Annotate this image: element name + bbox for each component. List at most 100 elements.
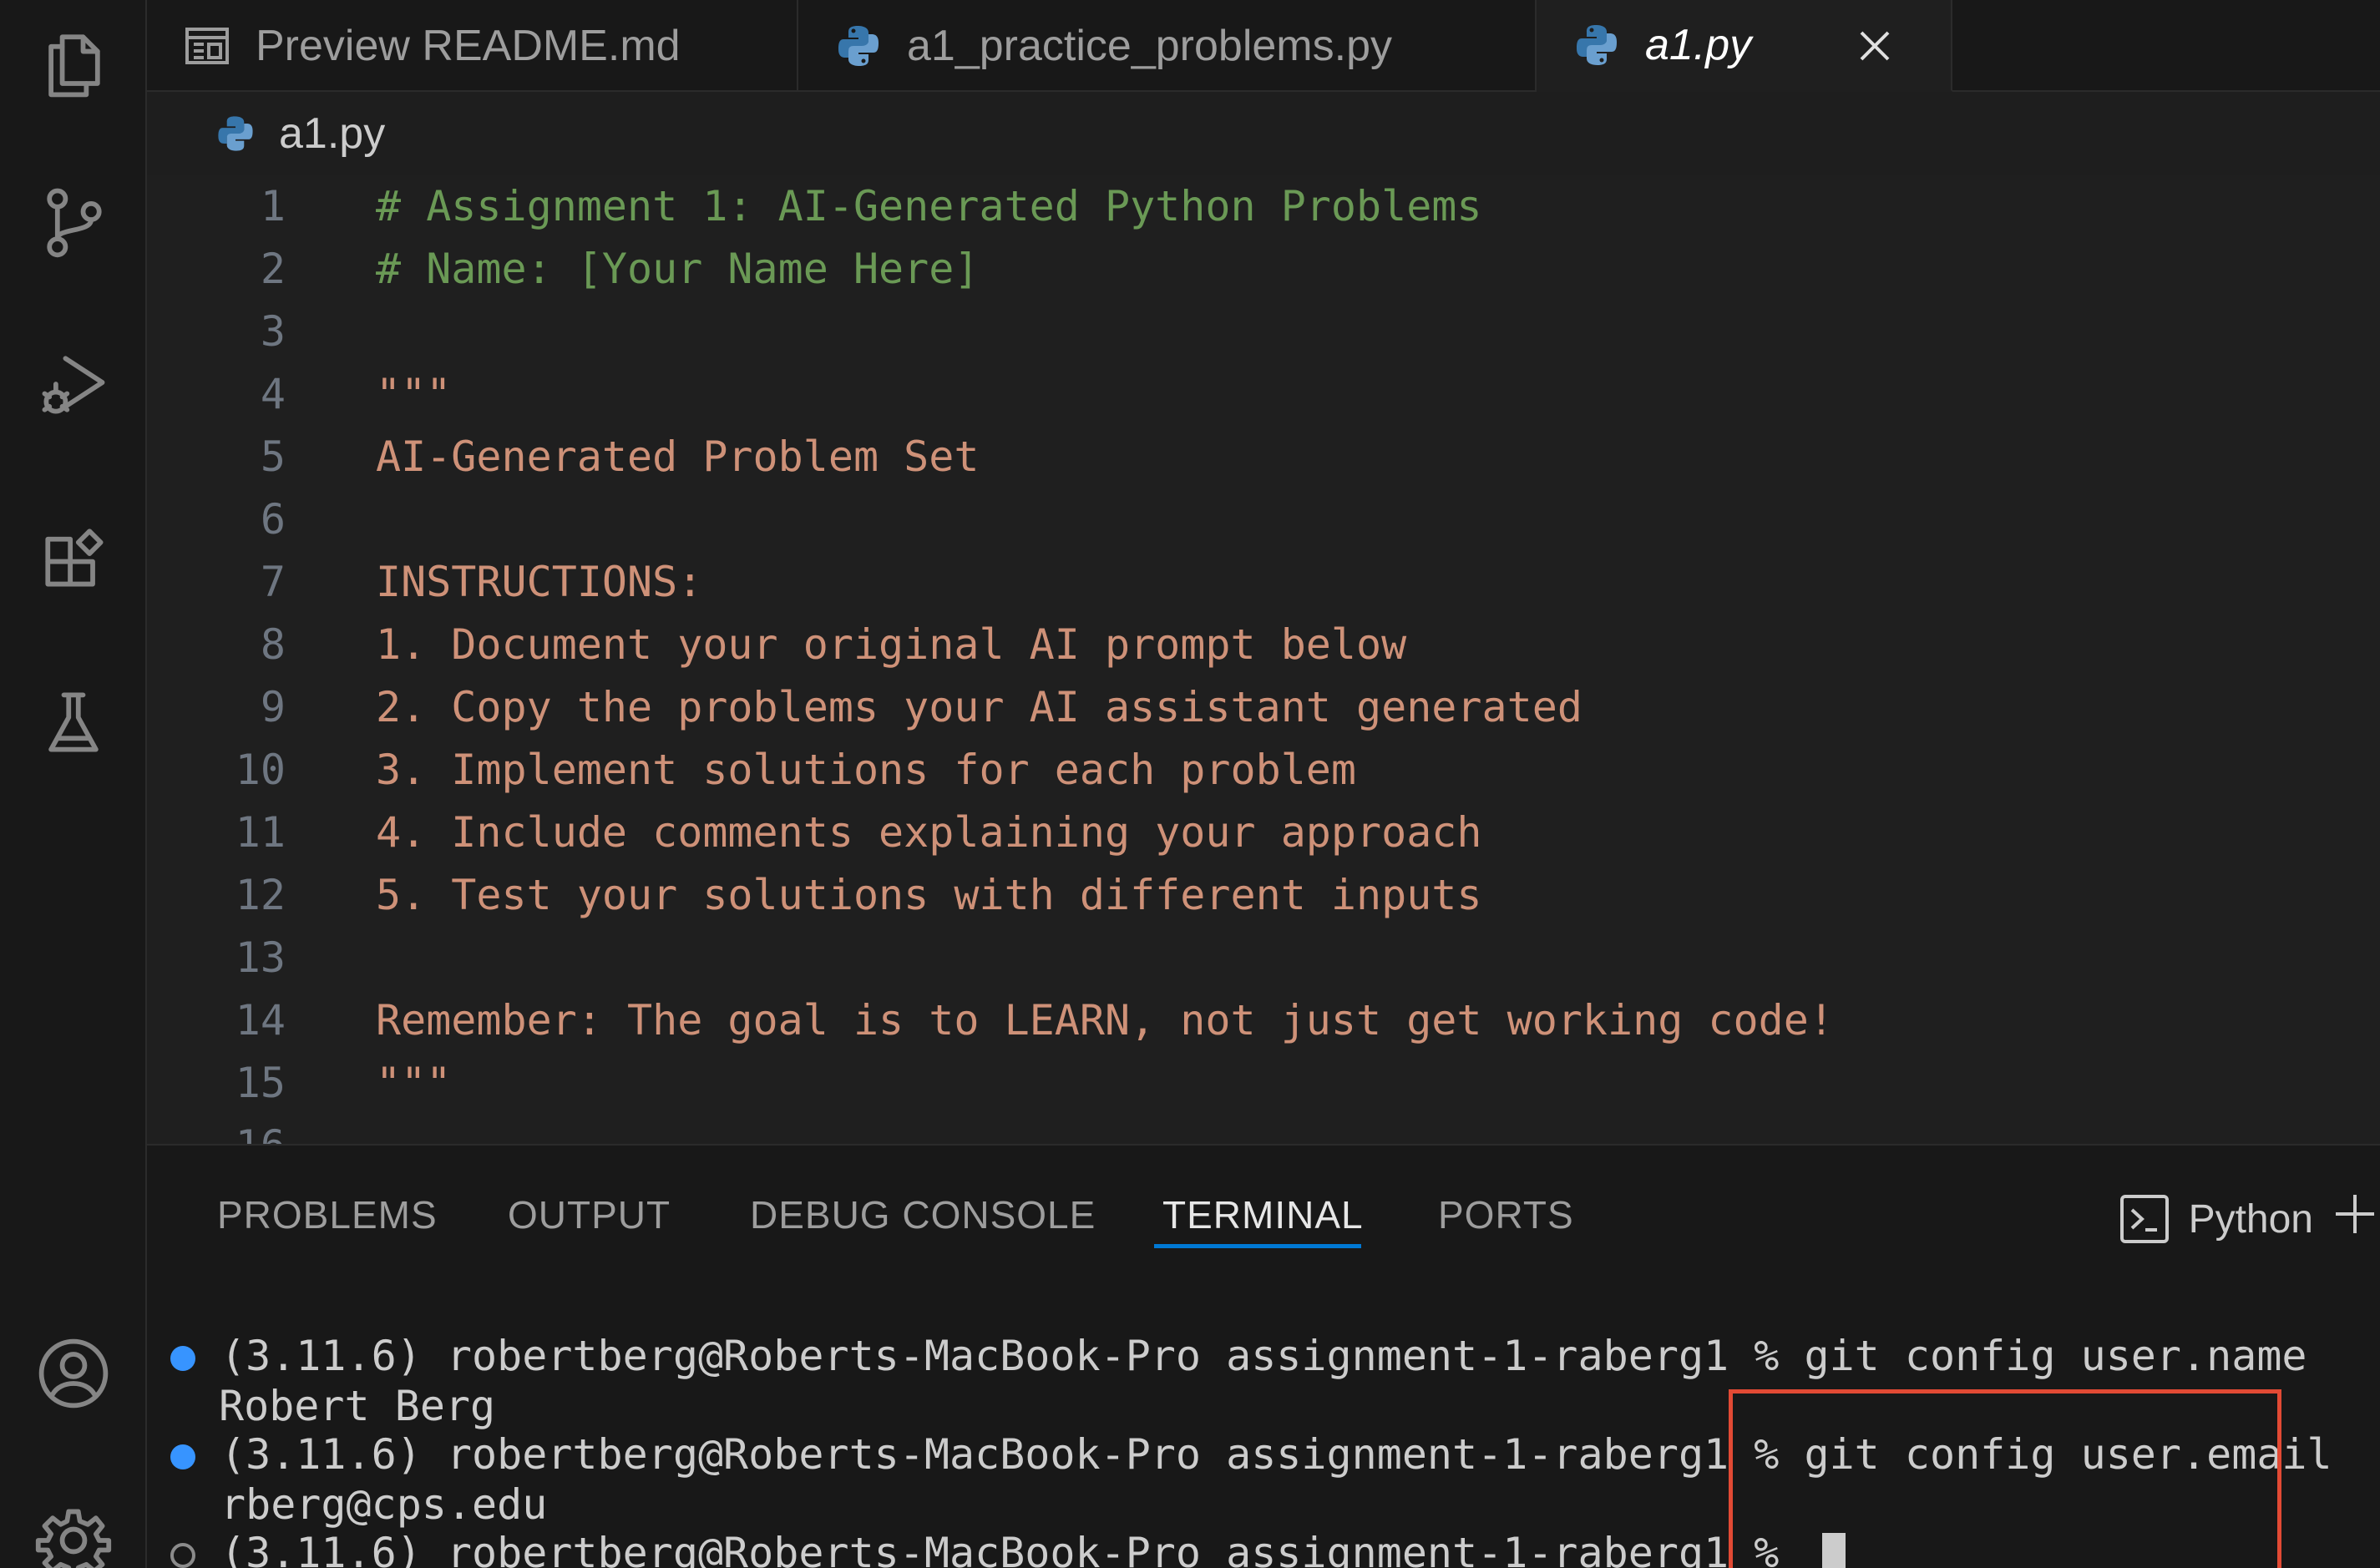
code-line: 12 5. Test your solutions with different … bbox=[147, 864, 2380, 927]
line-number: 2 bbox=[260, 245, 286, 293]
python-icon bbox=[218, 116, 253, 151]
explorer-button[interactable] bbox=[0, 0, 147, 125]
terminal-output[interactable]: (3.11.6) robertberg@Roberts-MacBook-Pro … bbox=[147, 1271, 2380, 1568]
terminal-prompt: (3.11.6) robertberg@Roberts-MacBook-Pro … bbox=[220, 1529, 1805, 1568]
code-text: """ bbox=[376, 370, 452, 418]
code-text: # Name: [Your Name Here] bbox=[376, 245, 980, 293]
tab-label: Preview README.md bbox=[256, 22, 681, 70]
line-number: 11 bbox=[235, 808, 286, 857]
terminal-selector[interactable]: Python bbox=[2119, 1186, 2313, 1252]
extensions-button[interactable] bbox=[0, 493, 147, 618]
terminal-line: (3.11.6) robertberg@Roberts-MacBook-Pro … bbox=[220, 1331, 2307, 1381]
python-icon bbox=[838, 26, 879, 66]
line-number: 16 bbox=[147, 1115, 286, 1144]
tab-a1-py[interactable]: a1.py bbox=[1537, 0, 1952, 92]
tab-ports[interactable]: PORTS bbox=[1438, 1186, 1574, 1244]
line-number: 14 bbox=[235, 996, 286, 1044]
code-text: # Assignment 1: AI-Generated Python Prob… bbox=[376, 182, 1482, 230]
code-editor[interactable]: 1 # Assignment 1: AI-Generated Python Pro… bbox=[147, 175, 2380, 1144]
terminal-output-line: Robert Berg bbox=[219, 1382, 496, 1430]
source-control-icon bbox=[47, 188, 102, 258]
beaker-icon bbox=[48, 692, 99, 752]
extensions-icon bbox=[45, 529, 104, 587]
files-icon bbox=[48, 34, 100, 98]
code-text: AI-Generated Problem Set bbox=[376, 432, 980, 481]
bottom-panel: PROBLEMS OUTPUT DEBUG CONSOLE TERMINAL P… bbox=[147, 1144, 2380, 1568]
editor-tabs: Preview README.md a1_practice_problems.p… bbox=[147, 0, 2380, 92]
code-text: Remember: The goal is to LEARN, not just… bbox=[376, 996, 1834, 1044]
run-debug-icon bbox=[42, 356, 105, 414]
account-icon bbox=[38, 1338, 109, 1409]
code-text: INSTRUCTIONS: bbox=[376, 558, 703, 606]
tab-debug-console[interactable]: DEBUG CONSOLE bbox=[750, 1186, 1096, 1244]
close-icon bbox=[1860, 31, 1890, 61]
command-success-dot bbox=[170, 1444, 195, 1469]
tab-label: a1.py bbox=[1645, 21, 1752, 69]
line-number: 15 bbox=[235, 1059, 286, 1107]
code-line: 4 """ bbox=[147, 363, 2380, 426]
code-line: 9 2. Copy the problems your AI assistant … bbox=[147, 676, 2380, 739]
line-number: 13 bbox=[235, 933, 286, 982]
tab-terminal[interactable]: TERMINAL bbox=[1162, 1186, 1364, 1244]
code-text: 3. Implement solutions for each problem bbox=[376, 746, 1356, 794]
code-line: 1 # Assignment 1: AI-Generated Python Pro… bbox=[147, 175, 2380, 238]
code-line: 15 """ bbox=[147, 1052, 2380, 1115]
line-number: 4 bbox=[260, 370, 286, 418]
code-line: 16 bbox=[147, 1115, 2380, 1144]
vscode-window: Preview README.md a1_practice_problems.p… bbox=[0, 0, 2380, 1568]
line-number: 1 bbox=[260, 182, 286, 230]
code-line: 13 bbox=[147, 927, 2380, 989]
annotation-highlight-box bbox=[1729, 1389, 2281, 1568]
code-line: 6 bbox=[147, 488, 2380, 551]
tab-label: a1_practice_problems.py bbox=[907, 22, 1392, 70]
plus-icon bbox=[2336, 1195, 2374, 1233]
terminal-command: git config user.name bbox=[1804, 1332, 2307, 1380]
line-number: 5 bbox=[260, 432, 286, 481]
run-debug-button[interactable] bbox=[0, 321, 147, 447]
line-number: 7 bbox=[260, 558, 286, 606]
command-pending-dot bbox=[170, 1543, 195, 1568]
close-tab-button[interactable] bbox=[1846, 17, 1904, 75]
tab-problems[interactable]: PROBLEMS bbox=[217, 1186, 438, 1244]
line-number: 8 bbox=[260, 620, 286, 669]
code-line: 3 bbox=[147, 301, 2380, 363]
activity-bar bbox=[0, 0, 147, 1568]
manage-button[interactable] bbox=[0, 1478, 147, 1568]
accounts-button[interactable] bbox=[0, 1311, 147, 1436]
tab-preview-readme[interactable]: Preview README.md bbox=[147, 0, 798, 92]
code-text: 1. Document your original AI prompt belo… bbox=[376, 620, 1407, 669]
code-line: 2 # Name: [Your Name Here] bbox=[147, 238, 2380, 301]
preview-icon bbox=[185, 28, 229, 64]
line-number: 9 bbox=[260, 683, 286, 731]
python-icon bbox=[1577, 25, 1617, 65]
code-line: 14 Remember: The goal is to LEARN, not ju… bbox=[147, 989, 2380, 1052]
tab-a1-practice-problems[interactable]: a1_practice_problems.py bbox=[798, 0, 1537, 92]
testing-button[interactable] bbox=[0, 660, 147, 785]
command-success-dot bbox=[170, 1346, 195, 1371]
source-control-button[interactable] bbox=[0, 159, 147, 284]
active-tab-indicator bbox=[1154, 1244, 1361, 1248]
terminal-line: (3.11.6) robertberg@Roberts-MacBook-Pro … bbox=[220, 1528, 1846, 1568]
terminal-kind-label: Python bbox=[2188, 1196, 2313, 1242]
line-number: 10 bbox=[235, 746, 286, 794]
breadcrumb-file: a1.py bbox=[279, 109, 386, 158]
code-text: 5. Test your solutions with different in… bbox=[376, 871, 1482, 919]
new-terminal-button[interactable] bbox=[2330, 1181, 2380, 1247]
terminal-prompt: (3.11.6) robertberg@Roberts-MacBook-Pro … bbox=[220, 1332, 1805, 1380]
code-text: 4. Include comments explaining your appr… bbox=[376, 808, 1482, 857]
gear-icon bbox=[35, 1509, 112, 1568]
code-line: 7 INSTRUCTIONS: bbox=[147, 551, 2380, 614]
breadcrumb[interactable]: a1.py bbox=[147, 92, 2380, 175]
line-number: 6 bbox=[260, 495, 286, 544]
code-line: 8 1. Document your original AI prompt bel… bbox=[147, 614, 2380, 676]
terminal-prompt: (3.11.6) robertberg@Roberts-MacBook-Pro … bbox=[220, 1430, 1805, 1479]
code-line: 10 3. Implement solutions for each proble… bbox=[147, 739, 2380, 802]
code-text: 2. Copy the problems your AI assistant g… bbox=[376, 683, 1582, 731]
tab-output[interactable]: OUTPUT bbox=[508, 1186, 671, 1244]
terminal-output-line: rberg@cps.edu bbox=[220, 1480, 548, 1529]
line-number: 3 bbox=[260, 307, 286, 356]
line-number: 12 bbox=[235, 871, 286, 919]
code-text: """ bbox=[376, 1059, 452, 1107]
code-line: 11 4. Include comments explaining your ap… bbox=[147, 802, 2380, 864]
terminal-icon bbox=[2119, 1195, 2169, 1243]
